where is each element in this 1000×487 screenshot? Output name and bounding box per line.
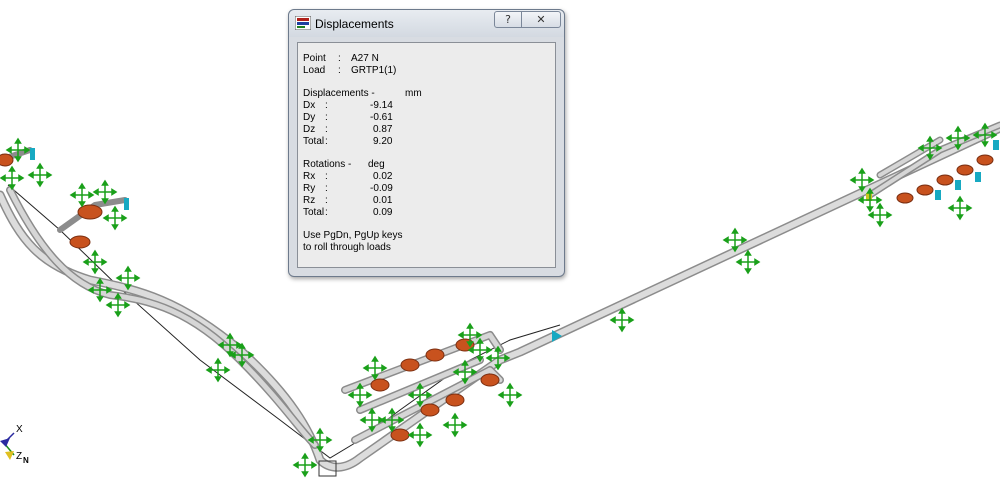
support-symbol[interactable] xyxy=(735,249,761,275)
support-symbol[interactable] xyxy=(69,182,95,208)
displacements-unit: mm xyxy=(405,88,422,99)
dy-label: Dy xyxy=(303,112,316,123)
point-label: Point xyxy=(303,53,326,64)
disp-total-label: Total xyxy=(303,136,325,147)
ry-sep: : xyxy=(325,183,328,194)
dz-label: Dz xyxy=(303,124,316,135)
support-symbol[interactable] xyxy=(27,162,53,188)
ry-value: -0.09 xyxy=(370,183,393,194)
rx-sep: : xyxy=(325,171,328,182)
disp-total-sep: : xyxy=(325,136,328,147)
rz-value: 0.01 xyxy=(373,195,393,206)
support-symbol[interactable] xyxy=(442,412,468,438)
support-symbol[interactable] xyxy=(102,205,128,231)
help-button[interactable]: ? xyxy=(494,11,522,28)
hint-line-2: to roll through loads xyxy=(303,242,391,253)
dialog-titlebar[interactable]: Displacements ? ✕ xyxy=(289,10,564,37)
disp-total-value: 9.20 xyxy=(373,136,393,147)
rz-sep: : xyxy=(325,195,328,206)
rz-label: Rz xyxy=(303,195,316,206)
axis-x-label: X xyxy=(16,424,23,435)
rotations-header: Rotations - xyxy=(303,159,352,170)
dy-sep: : xyxy=(325,112,328,123)
dz-sep: : xyxy=(325,124,328,135)
load-label: Load xyxy=(303,65,326,76)
displacements-dialog[interactable]: Displacements ? ✕ Point : A27 N Load : G… xyxy=(288,9,565,277)
rot-total-label: Total xyxy=(303,207,325,218)
point-value: A27 N xyxy=(351,53,379,64)
rx-value: 0.02 xyxy=(373,171,393,182)
hint-line-1: Use PgDn, PgUp keys xyxy=(303,230,403,241)
load-sep: : xyxy=(338,65,341,76)
rotations-unit: deg xyxy=(368,159,385,170)
axis-z-label: Z xyxy=(16,451,22,462)
rx-label: Rx xyxy=(303,171,316,182)
axis-triad: X Z N xyxy=(0,424,29,465)
dialog-title: Displacements xyxy=(315,17,394,31)
displacements-header: Displacements - xyxy=(303,88,375,99)
support-symbol[interactable] xyxy=(82,249,108,275)
support-symbol[interactable] xyxy=(407,422,433,448)
dx-sep: : xyxy=(325,100,328,111)
support-symbol[interactable] xyxy=(205,357,231,383)
rot-total-value: 0.09 xyxy=(373,207,393,218)
support-symbol[interactable] xyxy=(947,195,973,221)
point-sep: : xyxy=(338,53,341,64)
close-button[interactable]: ✕ xyxy=(521,11,561,28)
support-symbol[interactable] xyxy=(497,382,523,408)
dx-label: Dx xyxy=(303,100,316,111)
dy-value: -0.61 xyxy=(370,112,393,123)
ry-label: Ry xyxy=(303,183,316,194)
app-icon xyxy=(295,16,311,30)
dx-value: -9.14 xyxy=(370,100,393,111)
rot-total-sep: : xyxy=(325,207,328,218)
dz-value: 0.87 xyxy=(373,124,393,135)
dialog-content: Point : A27 N Load : GRTP1(1) Displaceme… xyxy=(297,42,556,268)
axis-n-label: N xyxy=(23,456,29,465)
load-value: GRTP1(1) xyxy=(351,65,397,76)
support-symbol[interactable] xyxy=(292,452,318,478)
support-symbol[interactable] xyxy=(0,165,25,191)
